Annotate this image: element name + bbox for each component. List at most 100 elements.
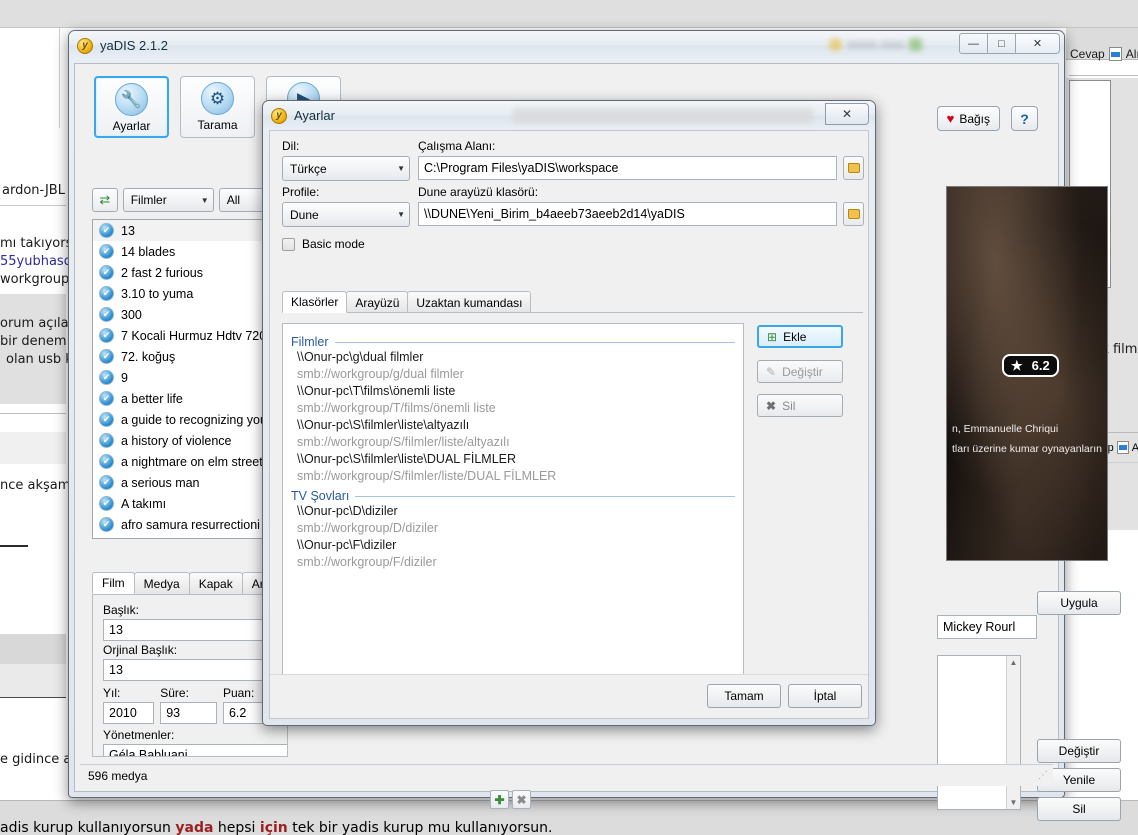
- maximize-button[interactable]: □: [987, 33, 1016, 54]
- ayarlar-titlebar[interactable]: y Ayarlar ✕: [263, 101, 875, 130]
- workspace-browse-button[interactable]: [843, 156, 864, 180]
- orjinal-baslik-field[interactable]: 13: [103, 659, 287, 681]
- sil-button[interactable]: Sil: [1037, 797, 1121, 821]
- cast-list[interactable]: ▲ ▼: [937, 655, 1021, 810]
- check-icon[interactable]: ✔: [99, 223, 114, 238]
- check-icon[interactable]: ✔: [99, 517, 114, 532]
- folder-path[interactable]: \\Onur-pc\T\films\önemli liste: [283, 383, 743, 400]
- list-item[interactable]: ✔ a better life: [93, 388, 287, 409]
- main-titlebar[interactable]: y yaDIS 2.1.2 xxxxx xxxx — □ ✕: [69, 31, 1064, 60]
- iptal-button[interactable]: İptal: [788, 684, 862, 708]
- list-item[interactable]: ✔ afro samura resurrectioni: [93, 514, 287, 535]
- list-item[interactable]: ✔ 7 Kocali Hurmuz Hdtv 720P: [93, 325, 287, 346]
- ayarlar-tab-klasörler[interactable]: Klasörler: [282, 291, 348, 313]
- check-icon[interactable]: ✔: [99, 475, 114, 490]
- folder-path[interactable]: \\Onur-pc\S\filmler\liste\altyazılı: [283, 417, 743, 434]
- language-combo[interactable]: Türkçe ▼: [282, 156, 410, 181]
- check-icon[interactable]: ✔: [99, 307, 114, 322]
- remove-button[interactable]: ✖: [512, 790, 531, 809]
- list-item[interactable]: ✔ a serious man: [93, 472, 287, 493]
- degistir-button[interactable]: ✎ Değiştir: [757, 360, 843, 383]
- sure-field[interactable]: 93: [160, 702, 217, 724]
- check-icon[interactable]: ✔: [99, 265, 114, 280]
- close-button[interactable]: ✕: [1015, 33, 1060, 54]
- bg-reply-row[interactable]: Cevap Alıntı: [1070, 47, 1138, 61]
- list-item[interactable]: ✔ 13: [93, 220, 287, 241]
- ayarlar-tab-arayüzü[interactable]: Arayüzü: [346, 291, 409, 313]
- dune-folder-browse-button[interactable]: [843, 202, 864, 226]
- window-controls[interactable]: — □ ✕: [959, 33, 1060, 54]
- detail-tab-medya[interactable]: Medya: [133, 572, 190, 594]
- list-item[interactable]: ✔ 9: [93, 367, 287, 388]
- detail-tabstrip[interactable]: Film Medya Kapak Ark: [92, 572, 288, 594]
- list-item[interactable]: ✔ 3.10 to yuma: [93, 283, 287, 304]
- list-item[interactable]: ✔ a guide to recognizing you: [93, 409, 287, 430]
- profile-combo[interactable]: Dune ▼: [282, 202, 410, 227]
- check-icon[interactable]: ✔: [99, 370, 114, 385]
- list-item[interactable]: ✔ 2 fast 2 furious: [93, 262, 287, 283]
- folder-group-title: Filmler: [291, 335, 329, 349]
- folder-icon: [847, 163, 860, 173]
- yonetmenler-field[interactable]: Géla Babluani: [103, 744, 287, 756]
- yil-field[interactable]: 2010: [103, 702, 155, 724]
- check-icon[interactable]: ✔: [99, 328, 114, 343]
- folder-path[interactable]: \\Onur-pc\F\diziler: [283, 537, 743, 554]
- refresh-icon[interactable]: ⇄: [92, 188, 118, 212]
- basic-mode-checkbox[interactable]: [282, 237, 295, 251]
- check-icon[interactable]: ✔: [99, 433, 114, 448]
- scroll-up-icon[interactable]: ▲: [1010, 658, 1018, 667]
- add-button[interactable]: ✚: [490, 790, 509, 809]
- folders-listbox[interactable]: Filmler \\Onur-pc\g\dual filmler smb://wor…: [282, 323, 744, 699]
- check-icon[interactable]: ✔: [99, 538, 114, 539]
- dune-folder-input[interactable]: \\DUNE\Yeni_Birim_b4aeeb73aeeb2d14\yaDIS: [418, 202, 837, 226]
- folder-path[interactable]: \\Onur-pc\D\diziler: [283, 503, 743, 520]
- list-item[interactable]: ✔ 14 blades: [93, 241, 287, 262]
- detail-tab-kapak[interactable]: Kapak: [188, 572, 243, 594]
- toolbar-button-ayarlar[interactable]: 🔧 Ayarlar: [94, 76, 169, 138]
- poster-preview[interactable]: ★ 6.2 n, Emmanuelle Chriqui tları üzerin…: [946, 186, 1108, 561]
- tamam-button[interactable]: Tamam: [707, 684, 781, 708]
- media-list[interactable]: ✔ 13 ✔ 14 blades ✔ 2 fast 2 furious ✔ 3.10 to y…: [92, 219, 288, 539]
- check-icon[interactable]: ✔: [99, 286, 114, 301]
- type-filter-combo[interactable]: Filmler ▼: [122, 188, 214, 212]
- basic-mode-row[interactable]: Basic mode: [282, 237, 365, 251]
- degistir-button[interactable]: Değiştir: [1037, 739, 1121, 763]
- list-item-label: A takımı: [121, 496, 167, 511]
- workspace-input[interactable]: C:\Program Files\yaDIS\workspace: [418, 156, 837, 180]
- dialog-close-button[interactable]: ✕: [825, 103, 869, 125]
- list-item[interactable]: ✔ 300: [93, 304, 287, 325]
- folder-path[interactable]: \\Onur-pc\S\filmler\liste\DUAL FİLMLER: [283, 451, 743, 468]
- ayarlar-tabstrip[interactable]: Klasörler Arayüzü Uzaktan kumandası: [282, 291, 532, 313]
- check-icon[interactable]: ✔: [99, 496, 114, 511]
- check-icon[interactable]: ✔: [99, 454, 114, 469]
- baslik-field[interactable]: 13: [103, 619, 287, 641]
- blurred-title-area: [513, 108, 813, 123]
- help-button[interactable]: ?: [1011, 106, 1038, 131]
- list-item[interactable]: ✔ 72. koğuş: [93, 346, 287, 367]
- list-item[interactable]: ✔ A takımı: [93, 493, 287, 514]
- donate-button[interactable]: ♥ Bağış: [936, 106, 1000, 131]
- rating-value: 6.2: [1031, 358, 1050, 373]
- bottom-text-bold2: için: [259, 820, 288, 835]
- check-icon[interactable]: ✔: [99, 349, 114, 364]
- list-item-label: 7 Kocali Hurmuz Hdtv 720P: [121, 328, 275, 343]
- scroll-down-icon[interactable]: ▼: [1010, 798, 1018, 807]
- ayarlar-tab-uzaktan-kumandası[interactable]: Uzaktan kumandası: [407, 291, 532, 313]
- check-icon[interactable]: ✔: [99, 391, 114, 406]
- ekle-button[interactable]: ⊞ Ekle: [757, 325, 843, 348]
- actor-field[interactable]: Mickey Rourl: [937, 615, 1037, 639]
- folder-groups: Filmler \\Onur-pc\g\dual filmler smb://wor…: [283, 324, 743, 571]
- sil-button[interactable]: ✖ Sil: [757, 394, 843, 417]
- list-item[interactable]: ✔ a history of violence: [93, 430, 287, 451]
- folder-path[interactable]: \\Onur-pc\g\dual filmler: [283, 349, 743, 366]
- uygula-button[interactable]: Uygula: [1037, 591, 1121, 615]
- check-icon[interactable]: ✔: [99, 412, 114, 427]
- check-icon[interactable]: ✔: [99, 244, 114, 259]
- list-item[interactable]: ✔ a nightmare on elm street: [93, 451, 287, 472]
- minimize-button[interactable]: —: [959, 33, 988, 54]
- cast-scrollbar[interactable]: ▲ ▼: [1006, 656, 1020, 809]
- toolbar-button-tarama[interactable]: ⚙ Tarama: [180, 76, 255, 138]
- list-item[interactable]: ✔ alice in wonderland: [93, 535, 287, 539]
- resize-grip-icon[interactable]: ⋰: [1038, 770, 1049, 781]
- detail-tab-film[interactable]: Film: [92, 572, 135, 594]
